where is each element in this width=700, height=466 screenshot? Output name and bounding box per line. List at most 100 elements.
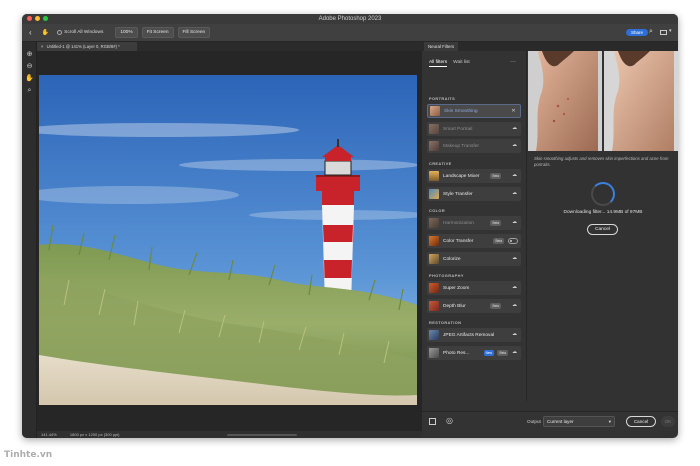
zoom-in-icon[interactable]: ⊕ (25, 50, 34, 59)
share-button[interactable]: Share (626, 29, 649, 36)
color-transfer-toggle[interactable] (508, 238, 518, 244)
tab-wait-list[interactable]: Wait list (453, 60, 470, 67)
fit-screen-button[interactable]: Fit Screen (141, 27, 174, 38)
filter-landscape-mixer[interactable]: Landscape Mixer Beta ☁ (427, 169, 521, 183)
cloud-download-icon[interactable]: ☁ (511, 331, 518, 338)
workspace-icon[interactable] (660, 30, 667, 35)
depth-blur-thumbnail (429, 301, 439, 311)
filter-smart-portrait[interactable]: Smart Portrait ☁ (427, 122, 521, 136)
document-title: Untitled-1 @ 141% (Layer 0, RGB/8#) * (46, 44, 120, 49)
output-select[interactable]: Current layer ▾ (543, 416, 615, 427)
filter-style-transfer[interactable]: Style Transfer ☁ (427, 187, 521, 201)
canvas-area[interactable] (37, 51, 422, 431)
fill-screen-button[interactable]: Fill Screen (177, 27, 211, 38)
panel-footer: ◎ Output Current layer ▾ Cancel OK (422, 411, 678, 431)
hand-icon[interactable]: ✋ (25, 74, 34, 83)
before-after-preview (528, 51, 678, 151)
status-info: 1800 px x 1200 px (300 ppi) (69, 432, 120, 437)
landscape-mixer-thumbnail (429, 171, 439, 181)
cloud-download-icon[interactable]: ☁ (511, 255, 518, 262)
horizontal-scrollbar[interactable] (227, 434, 297, 436)
jpeg-artifacts-thumbnail (429, 330, 439, 340)
category-color: COLOR (429, 208, 446, 213)
cloud-download-icon[interactable]: ☁ (511, 125, 518, 132)
tab-all-filters[interactable]: All filters (429, 60, 448, 67)
app-title: Adobe Photoshop 2023 (318, 16, 382, 22)
neural-filters-tab[interactable]: Neural Filters (424, 42, 459, 51)
ok-button[interactable]: OK (661, 416, 675, 427)
harmonization-thumbnail (429, 218, 439, 228)
filter-colorize[interactable]: Colorize ☁ (427, 252, 521, 266)
filter-preview-pane: Skin smoothing adjusts and removes skin … (528, 51, 678, 401)
chevron-down-icon[interactable]: ▾ (669, 28, 672, 34)
cloud-download-icon[interactable]: ☁ (511, 284, 518, 291)
filter-skin-smoothing[interactable]: Skin Smoothing ✕ (427, 104, 521, 118)
status-bar: 141.44% 1800 px x 1200 px (300 ppi) (37, 431, 422, 438)
filter-depth-blur[interactable]: Depth Blur Beta ☁ (427, 299, 521, 313)
smart-portrait-thumbnail (429, 124, 439, 134)
makeup-transfer-thumbnail (429, 141, 439, 151)
download-spinner (591, 182, 615, 206)
output-label: Output (527, 419, 541, 424)
preview-toggle-icon[interactable] (429, 418, 436, 425)
super-zoom-thumbnail (429, 283, 439, 293)
lighthouse-photo (39, 75, 417, 405)
zoom-window-button[interactable] (43, 16, 48, 21)
back-icon[interactable]: ‹ (29, 28, 32, 37)
title-bar: Adobe Photoshop 2023 (22, 14, 678, 24)
zoom-out-icon[interactable]: ⊖ (25, 62, 34, 71)
close-icon[interactable]: ✕ (510, 108, 517, 115)
cloud-download-icon[interactable]: ☁ (511, 190, 518, 197)
cloud-download-icon[interactable]: ☁ (511, 142, 518, 149)
color-transfer-thumbnail (429, 236, 439, 246)
skin-smoothing-thumbnail (430, 106, 440, 116)
category-portraits: PORTRAITS (429, 96, 456, 101)
filter-harmonization[interactable]: Harmonization Beta ☁ (427, 216, 521, 230)
toolbar: ⊕ ⊖ ✋ ⌕ (22, 42, 37, 438)
output-select-value: Current layer (547, 419, 574, 424)
cloud-download-icon[interactable]: ☁ (511, 302, 518, 309)
tab-close-icon[interactable]: × (41, 44, 43, 49)
filter-super-zoom[interactable]: Super Zoom ☁ (427, 281, 521, 295)
category-photography: PHOTOGRAPHY (429, 273, 464, 278)
beta-badge: Beta (493, 238, 504, 244)
search-icon[interactable]: ⌕ (649, 28, 653, 36)
filter-jpeg-artifacts-removal[interactable]: JPEG Artifacts Removal ☁ (427, 328, 521, 342)
style-transfer-thumbnail (429, 189, 439, 199)
scroll-all-checkbox[interactable] (57, 30, 63, 35)
new-badge: New (483, 350, 494, 356)
cancel-download-button[interactable]: Cancel (587, 224, 618, 235)
category-restoration: RESTORATION (429, 320, 462, 325)
cloud-download-icon[interactable]: ☁ (511, 172, 518, 179)
beta-badge: Beta (490, 303, 501, 309)
photoshop-window: Adobe Photoshop 2023 ‹ ✋ Scroll All Wind… (22, 14, 678, 438)
watermark: Tinhte.vn (4, 450, 53, 460)
hand-tool-icon[interactable]: ✋ (42, 29, 49, 36)
close-window-button[interactable] (27, 16, 32, 21)
beta-badge: Beta (490, 173, 501, 179)
zoom-icon[interactable]: ⌕ (25, 86, 34, 95)
document-tab[interactable]: × Untitled-1 @ 141% (Layer 0, RGB/8#) * (37, 42, 137, 51)
download-status: Downloading filter... 14.9MB of 97MB (563, 210, 643, 215)
zoom-100-button[interactable]: 100% (115, 27, 138, 38)
filter-list: All filters Wait list ··· PORTRAITS Skin… (422, 51, 527, 401)
filter-makeup-transfer[interactable]: Makeup Transfer ☁ (427, 139, 521, 153)
panel-header: Neural Filters (422, 42, 678, 51)
scroll-all-label: Scroll All Windows (64, 30, 104, 35)
filter-description: Skin smoothing adjusts and removes skin … (534, 156, 669, 167)
footer-cancel-button[interactable]: Cancel (626, 416, 656, 427)
beta-badge: Beta (490, 220, 501, 226)
status-zoom[interactable]: 141.44% (41, 432, 57, 437)
options-bar: ‹ ✋ Scroll All Windows 100% Fit Screen F… (22, 24, 678, 42)
lighthouse-image (39, 75, 417, 405)
filter-color-transfer[interactable]: Color Transfer Beta (427, 234, 521, 248)
document-tab-bar: × Untitled-1 @ 141% (Layer 0, RGB/8#) * (37, 42, 422, 51)
category-creative: CREATIVE (429, 161, 452, 166)
filter-photo-restoration[interactable]: Photo Res... New Beta ☁ (427, 346, 521, 360)
cloud-download-icon[interactable]: ☁ (511, 219, 518, 226)
more-icon[interactable]: ··· (510, 59, 516, 65)
minimize-window-button[interactable] (35, 16, 40, 21)
cloud-download-icon[interactable]: ☁ (511, 349, 518, 356)
filter-tabs: All filters Wait list (429, 60, 470, 67)
layers-output-icon[interactable]: ◎ (446, 416, 453, 425)
